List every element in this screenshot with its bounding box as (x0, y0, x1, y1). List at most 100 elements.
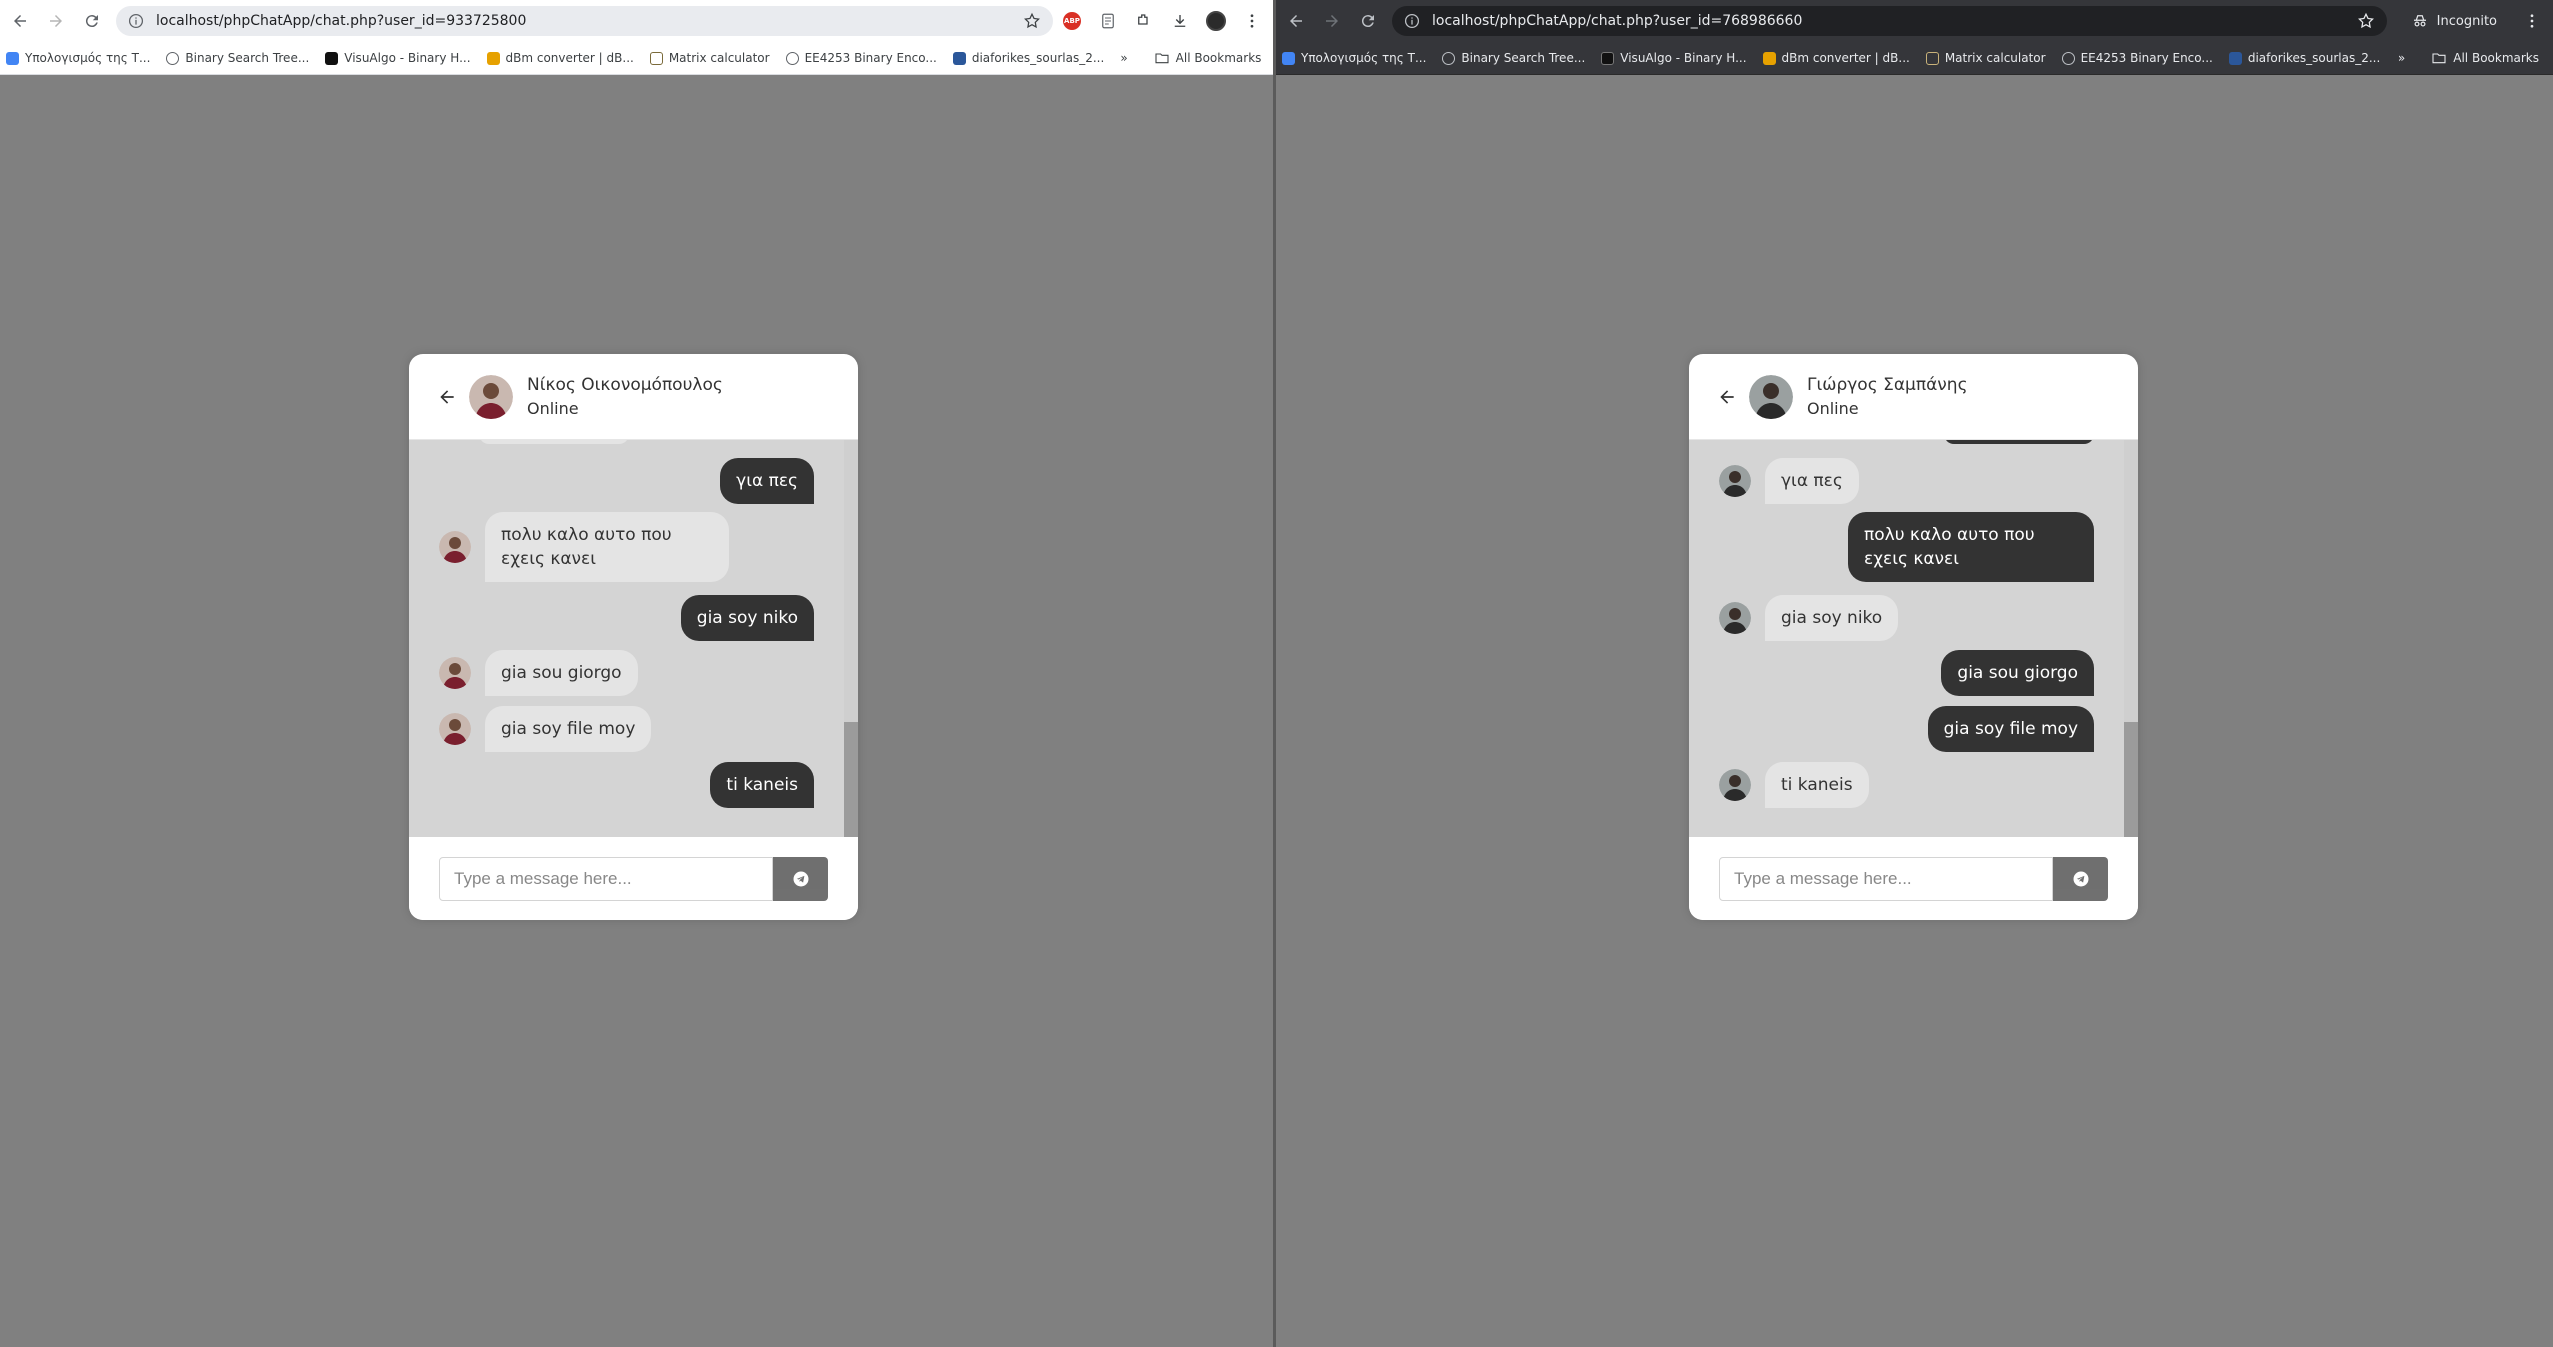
incoming-message: gia soy niko (1719, 595, 1899, 641)
menu-kebab-icon[interactable] (2519, 8, 2545, 34)
globe-icon (166, 51, 180, 65)
matrix-icon (649, 51, 663, 65)
url-text[interactable]: localhost/phpChatApp/chat.php?user_id=76… (1432, 13, 2355, 29)
bookmark-label: dBm converter | dB... (1781, 51, 1910, 65)
bookmark-label: diaforikes_sourlas_2... (2247, 51, 2381, 65)
address-bar[interactable]: localhost/phpChatApp/chat.php?user_id=93… (116, 6, 1053, 36)
bookmark-item[interactable]: Binary Search Tree... (1442, 51, 1585, 65)
message-input[interactable] (1719, 856, 2053, 901)
incognito-indicator[interactable]: Incognito (2397, 6, 2511, 36)
bookmark-item[interactable]: dBm converter | dB... (486, 51, 634, 65)
incoming-message: ti kaneis (1719, 762, 1869, 808)
rf-icon (486, 51, 500, 65)
bookmark-item[interactable]: diaforikes_sourlas_2... (952, 51, 1105, 65)
back-arrow-icon[interactable] (1715, 385, 1739, 409)
bookmark-item[interactable]: VisuAlgo - Binary H... (325, 51, 471, 65)
incoming-message: για πες (1719, 458, 1859, 504)
all-bookmarks-button[interactable]: All Bookmarks (1154, 50, 1262, 66)
outgoing-message: ti kaneis (710, 762, 814, 808)
contact-avatar (469, 374, 513, 419)
outgoing-message: gia soy file moy (1927, 706, 2094, 752)
message-input[interactable] (439, 856, 773, 901)
bookmark-label: diaforikes_sourlas_2... (971, 51, 1105, 65)
globe-icon (2061, 51, 2075, 65)
download-icon[interactable] (1167, 8, 1193, 34)
site-info-icon[interactable] (1402, 11, 1422, 31)
extension-doc-icon[interactable] (1095, 8, 1121, 34)
address-bar[interactable]: localhost/phpChatApp/chat.php?user_id=76… (1392, 6, 2387, 36)
chat-box[interactable]: για πες πολυ καλο αυτο που εχεις κανει g… (1689, 440, 2124, 837)
star-icon[interactable] (1021, 10, 1043, 32)
sender-avatar (439, 531, 471, 563)
partial-message-bubble (479, 440, 629, 444)
bookmark-item[interactable]: Υπολογισμός της Τ... (6, 51, 150, 65)
chat-header: Γιώργος Σαμπάνης Online (1689, 354, 2138, 440)
bookmark-item[interactable]: VisuAlgo - Binary H... (1601, 51, 1747, 65)
bookmark-favicon-icon (1282, 51, 1295, 65)
extensions-puzzle-icon[interactable] (1131, 8, 1157, 34)
chat-scrollbar[interactable] (2124, 440, 2138, 837)
bookmarks-overflow-icon[interactable]: » (2398, 51, 2405, 65)
word-doc-icon (952, 51, 966, 65)
all-bookmarks-label: All Bookmarks (2453, 51, 2539, 65)
profile-avatar-icon[interactable] (1203, 8, 1229, 34)
incognito-icon (2413, 15, 2426, 27)
bookmark-item[interactable]: Binary Search Tree... (166, 51, 309, 65)
send-button[interactable] (773, 856, 828, 901)
back-arrow-icon[interactable] (435, 385, 459, 409)
message-text: ti kaneis (710, 762, 814, 808)
message-text: gia soy niko (1765, 595, 1899, 641)
chat-box[interactable]: για πες πολυ καλο αυτο που εχεις κανει g… (409, 440, 844, 837)
word-doc-icon (2228, 51, 2242, 65)
visualgo-icon (1601, 51, 1615, 65)
all-bookmarks-button[interactable]: All Bookmarks (2431, 50, 2539, 66)
adblock-icon[interactable]: ABP (1059, 8, 1085, 34)
visualgo-icon (325, 51, 339, 65)
forward-nav-icon[interactable] (1316, 5, 1348, 37)
back-nav-icon[interactable] (4, 5, 36, 37)
bookmark-favicon-icon (6, 51, 19, 65)
bookmark-item[interactable]: dBm converter | dB... (1762, 51, 1910, 65)
bookmark-label: Matrix calculator (1944, 51, 2046, 65)
message-text: για πες (1765, 458, 1859, 504)
contact-avatar (1749, 374, 1793, 419)
bookmark-item[interactable]: Matrix calculator (649, 51, 770, 65)
url-text[interactable]: localhost/phpChatApp/chat.php?user_id=93… (156, 13, 1021, 29)
reload-icon[interactable] (76, 5, 108, 37)
star-icon[interactable] (2355, 10, 2377, 32)
browser-toolbar: localhost/phpChatApp/chat.php?user_id=93… (0, 0, 1273, 42)
bookmarks-bar: Υπολογισμός της Τ... Binary Search Tree.… (0, 42, 1273, 75)
bookmark-label: Binary Search Tree... (1461, 51, 1586, 65)
scrollbar-thumb[interactable] (2124, 722, 2138, 837)
back-nav-icon[interactable] (1280, 5, 1312, 37)
sender-avatar (1719, 769, 1751, 801)
scrollbar-thumb[interactable] (844, 722, 858, 837)
chat-header: Νίκος Οικονομόπουλος Online (409, 354, 858, 440)
bookmark-item[interactable]: diaforikes_sourlas_2... (2228, 51, 2381, 65)
site-info-icon[interactable] (126, 11, 146, 31)
message-text: πολυ καλο αυτο που εχεις κανει (485, 512, 729, 582)
rf-icon (1762, 51, 1776, 65)
left-browser-window: localhost/phpChatApp/chat.php?user_id=93… (0, 0, 1273, 1347)
contact-status: Online (1807, 398, 1859, 418)
message-text: ti kaneis (1765, 762, 1869, 808)
message-text: gia soy file moy (485, 706, 652, 752)
forward-nav-icon[interactable] (40, 5, 72, 37)
folder-icon (1155, 53, 1169, 64)
bookmark-item[interactable]: EE4253 Binary Enco... (785, 51, 937, 65)
bookmarks-overflow-icon[interactable]: » (1120, 51, 1127, 65)
chat-scrollbar[interactable] (844, 440, 858, 837)
menu-kebab-icon[interactable] (1239, 8, 1265, 34)
bookmark-item[interactable]: EE4253 Binary Enco... (2061, 51, 2213, 65)
send-button[interactable] (2053, 856, 2108, 901)
all-bookmarks-label: All Bookmarks (1175, 51, 1262, 65)
message-text: πολυ καλο αυτο που εχεις κανει (1848, 512, 2094, 582)
telegram-send-icon (793, 871, 808, 886)
message-text: gia soy file moy (1927, 706, 2094, 752)
sender-avatar (439, 713, 471, 745)
bookmark-item[interactable]: Υπολογισμός της Τ... (1282, 51, 1426, 65)
reload-icon[interactable] (1352, 5, 1384, 37)
partial-message-bubble (1944, 440, 2094, 444)
message-text: για πες (720, 458, 814, 504)
bookmark-item[interactable]: Matrix calculator (1925, 51, 2046, 65)
